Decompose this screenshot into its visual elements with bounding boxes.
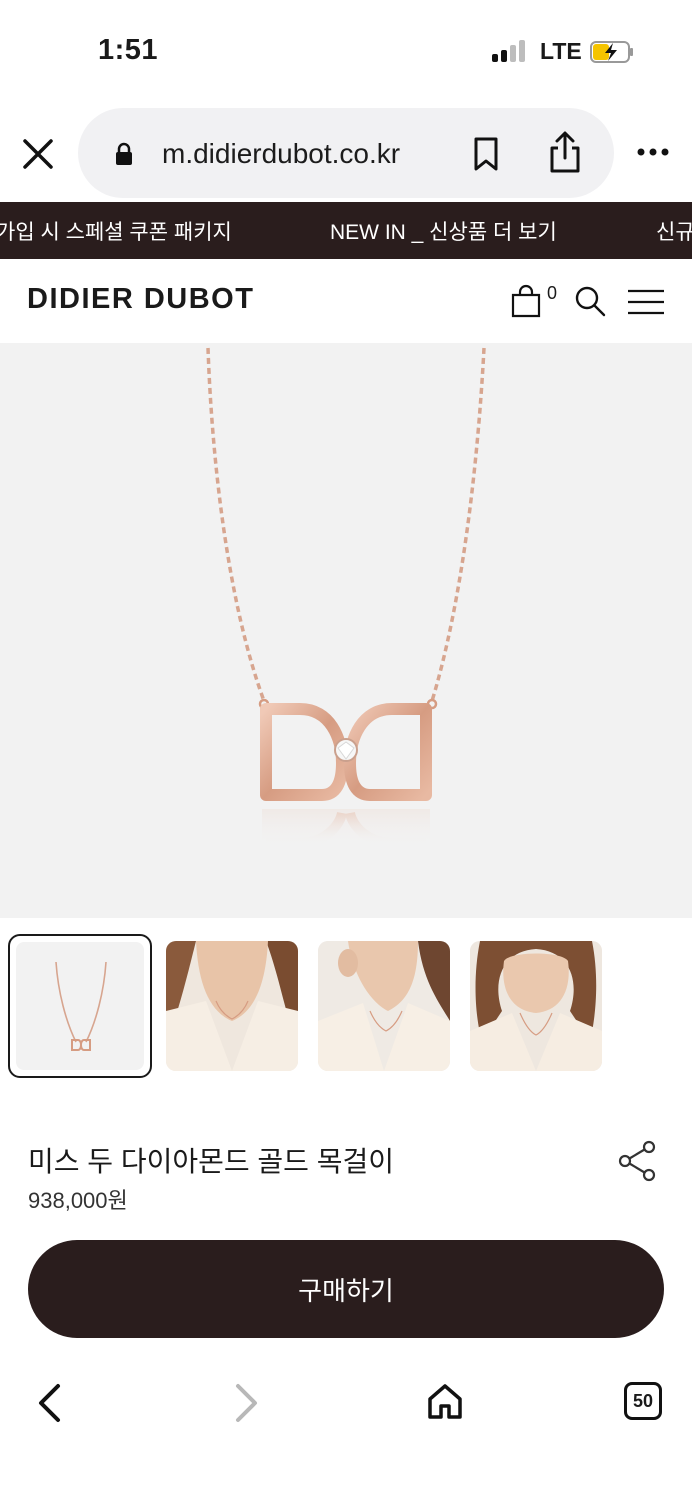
thumbnail-2[interactable] (166, 941, 298, 1071)
model-photo-image (166, 941, 298, 1071)
model-photo-image (470, 941, 602, 1071)
share-node-icon[interactable] (616, 1140, 658, 1182)
banner-item[interactable]: 신규 (656, 216, 692, 246)
share-icon[interactable] (548, 130, 582, 174)
hamburger-menu-icon[interactable] (627, 289, 665, 315)
close-icon[interactable] (20, 136, 56, 172)
shopping-bag-icon[interactable] (510, 284, 542, 318)
status-bar: 1:51 LTE (0, 0, 692, 100)
more-icon[interactable] (636, 146, 670, 158)
address-bar[interactable]: m.didierdubot.co.kr (78, 108, 614, 198)
status-time: 1:51 (98, 34, 159, 66)
banner-item[interactable]: NEW IN _ 신상품 더 보기 (330, 216, 557, 246)
buy-button[interactable]: 구매하기 (28, 1240, 664, 1338)
thumbnail-strip (0, 934, 692, 1080)
battery-icon (590, 41, 633, 63)
browser-toolbar: 50 (0, 1360, 692, 1500)
thumbnail-1[interactable] (8, 934, 152, 1078)
bookmark-icon[interactable] (472, 136, 500, 172)
model-photo-image (318, 941, 450, 1071)
banner-item[interactable]: 가입 시 스페셜 쿠폰 패키지 (0, 216, 232, 246)
thumbnail-3[interactable] (318, 941, 450, 1071)
promo-banner[interactable]: 가입 시 스페셜 쿠폰 패키지 NEW IN _ 신상품 더 보기 신규 (0, 202, 692, 259)
site-header: DIDIER DUBOT 0 (0, 259, 692, 343)
lock-icon (116, 142, 132, 165)
product-main-image[interactable] (0, 343, 692, 918)
forward-icon[interactable] (232, 1382, 262, 1424)
signal-icon (492, 40, 528, 62)
product-name: 미스 두 다이아몬드 골드 목걸이 (28, 1146, 394, 1177)
brand-logo[interactable]: DIDIER DUBOT (27, 283, 254, 316)
necklace-illustration (206, 347, 486, 849)
product-price: 938,000원 (28, 1188, 128, 1213)
home-icon[interactable] (426, 1382, 464, 1420)
back-icon[interactable] (34, 1382, 64, 1424)
search-icon[interactable] (574, 285, 606, 317)
network-label: LTE (540, 38, 582, 64)
browser-url-row: m.didierdubot.co.kr (0, 106, 692, 200)
tabs-icon[interactable]: 50 (624, 1382, 662, 1420)
cart-count: 0 (547, 283, 558, 303)
thumbnail-necklace-image (55, 961, 107, 1051)
thumbnail-4[interactable] (470, 941, 602, 1071)
url-text: m.didierdubot.co.kr (162, 138, 401, 169)
